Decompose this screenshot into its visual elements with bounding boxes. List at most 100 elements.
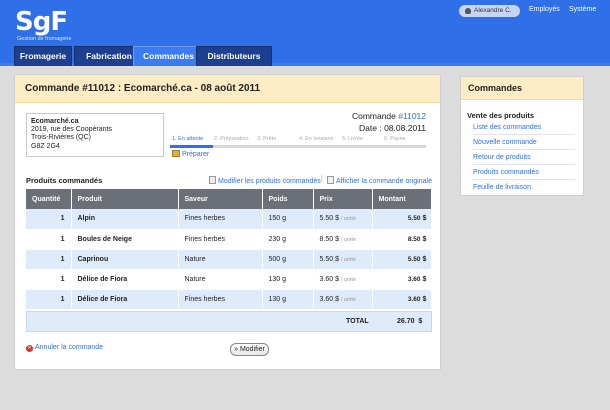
total-currency: $	[418, 318, 423, 325]
box-icon	[172, 150, 180, 157]
order-date-label: Date :	[359, 123, 382, 133]
user-name: Alexandre C.	[474, 7, 512, 14]
price-value: 3.60 $	[319, 295, 339, 303]
order-number[interactable]: #11012	[398, 111, 426, 121]
edit-products-label: Modifier les produits commandés	[218, 178, 321, 185]
sidebar-item-feuille-livraison[interactable]: Feuille de livraison	[473, 184, 575, 194]
modify-button[interactable]: » Modifier	[230, 343, 269, 356]
app-logo[interactable]: SgF	[15, 7, 68, 37]
close-icon: ✕	[26, 345, 33, 352]
products-table: Quantité Produit Saveur Poids Prix Monta…	[26, 189, 432, 310]
cell-flavor: Fines herbes	[178, 229, 263, 250]
cell-qty: 1	[26, 269, 72, 290]
step-prete: 3. Prête	[257, 136, 277, 142]
link-separator: |	[321, 175, 323, 182]
cell-product: Caprinou	[71, 249, 179, 270]
order-title: Commande #11012 : Ecomarché.ca - 08 août…	[25, 83, 261, 94]
cell-amount: 3.60 $	[372, 269, 432, 290]
order-ref-label: Commande	[351, 111, 396, 121]
cell-amount: 5.50 $	[372, 249, 432, 270]
cell-price: 5.50 $ / unité	[313, 209, 373, 230]
cell-price: 3.60 $ / unité	[313, 269, 373, 290]
cell-price: 3.60 $ / unité	[313, 289, 373, 310]
nav-link-systeme[interactable]: Système	[569, 6, 596, 13]
cell-flavor: Nature	[178, 269, 263, 290]
cell-qty: 1	[26, 289, 72, 310]
amount-currency: $	[422, 235, 427, 243]
user-icon	[465, 8, 471, 14]
cell-weight: 130 g	[262, 269, 314, 290]
cell-amount: 5.50 $	[372, 209, 432, 230]
table-row: 1 Alpin Fines herbes 150 g 5.50 $ / unit…	[26, 209, 432, 230]
products-section-title: Produits commandés	[26, 176, 103, 185]
amount-currency: $	[422, 255, 427, 263]
amount-value: 5.50	[407, 255, 421, 263]
amount-currency: $	[422, 295, 427, 303]
document-icon	[327, 176, 334, 184]
step-preparation: 2. Préparation	[214, 136, 249, 142]
price-unit: / unité	[340, 296, 356, 303]
step-payee: 6. Payée	[384, 136, 406, 142]
prepare-link[interactable]: Préparer	[172, 150, 209, 158]
edit-products-link[interactable]: Modifier les produits commandés	[209, 176, 321, 185]
table-row: 1 Caprinou Nature 500 g 5.50 $ / unité 5…	[26, 249, 432, 270]
tab-fromagerie[interactable]: Fromagerie	[14, 46, 72, 66]
cell-amount: 8.50 $	[372, 229, 432, 250]
customer-address: Ecomarché.ca 2019, rue des Coopérants Tr…	[26, 113, 164, 157]
step-livree: 5. Livrée	[342, 136, 364, 142]
cell-qty: 1	[26, 249, 72, 270]
address-line: 2019, rue des Coopérants	[31, 126, 112, 134]
cell-qty: 1	[26, 229, 72, 250]
cell-product: Délice de Fiora	[71, 269, 179, 290]
table-header-row: Quantité Produit Saveur Poids Prix Monta…	[26, 189, 432, 209]
col-poids: Poids	[262, 189, 314, 209]
sidebar-title: Commandes	[468, 83, 523, 93]
price-value: 5.50 $	[319, 255, 339, 263]
cell-weight: 150 g	[262, 209, 314, 230]
sidebar-item-nouvelle-commande[interactable]: Nouvelle commande	[473, 139, 575, 150]
tab-distributeurs[interactable]: Distributeurs	[196, 46, 272, 66]
sidebar-section-title: Vente des produits	[467, 111, 535, 120]
nav-link-employes[interactable]: Employés	[529, 6, 560, 13]
prepare-label: Préparer	[182, 151, 210, 158]
show-original-link[interactable]: Afficher la commande originale	[327, 176, 432, 185]
col-quantite: Quantité	[26, 189, 72, 209]
price-value: 3.60 $	[319, 275, 339, 283]
show-original-label: Afficher la commande originale	[336, 178, 432, 185]
cell-product: Boules de Neige	[71, 229, 179, 250]
total-row: TOTAL 26.70 $	[26, 311, 432, 332]
sidebar: Commandes Vente des produits Liste des c…	[460, 76, 584, 196]
order-panel-header: Commande #11012 : Ecomarché.ca - 08 août…	[15, 75, 440, 103]
amount-currency: $	[422, 275, 427, 283]
address-city: Trois-Rivières (QC)	[31, 134, 92, 142]
cell-weight: 130 g	[262, 289, 314, 310]
price-unit: / unité	[340, 216, 356, 223]
total-label: TOTAL	[346, 318, 369, 325]
cell-price: 5.50 $ / unité	[313, 249, 373, 270]
col-produit: Produit	[71, 189, 179, 209]
price-value: 5.50 $	[319, 215, 339, 223]
edit-icon	[209, 176, 216, 184]
app-subtitle: Gestion de fromagerie	[17, 36, 72, 42]
amount-value: 3.60	[407, 275, 421, 283]
sidebar-header: Commandes	[461, 77, 583, 100]
col-saveur: Saveur	[178, 189, 263, 209]
user-menu[interactable]: Alexandre C.	[459, 5, 520, 17]
step-en-livraison: 4. En livraison	[299, 136, 334, 142]
cancel-order-link[interactable]: ✕ Annuler la commande	[26, 344, 103, 352]
cell-product: Délice de Fiora	[71, 289, 179, 310]
order-date: 08.08.2011	[384, 123, 426, 133]
sidebar-item-liste-commandes[interactable]: Liste des commandes	[473, 124, 575, 135]
order-panel: Commande #11012 : Ecomarché.ca - 08 août…	[14, 74, 441, 370]
tab-commandes[interactable]: Commandes	[133, 46, 204, 66]
sidebar-item-retour-produits[interactable]: Retour de produits	[473, 154, 575, 165]
cell-weight: 230 g	[262, 229, 314, 250]
price-unit: / unité	[340, 276, 356, 283]
amount-value: 8.50	[407, 235, 421, 243]
table-row: 1 Délice de Fiora Nature 130 g 3.60 $ / …	[26, 269, 432, 290]
sidebar-item-produits-commandes[interactable]: Produits commandés	[473, 169, 575, 180]
cell-price: 8.50 $ / unité	[313, 229, 373, 250]
cell-amount: 3.60 $	[372, 289, 432, 310]
status-progress-bar	[170, 145, 426, 148]
table-row: 1 Délice de Fiora Fines herbes 130 g 3.6…	[26, 289, 432, 310]
